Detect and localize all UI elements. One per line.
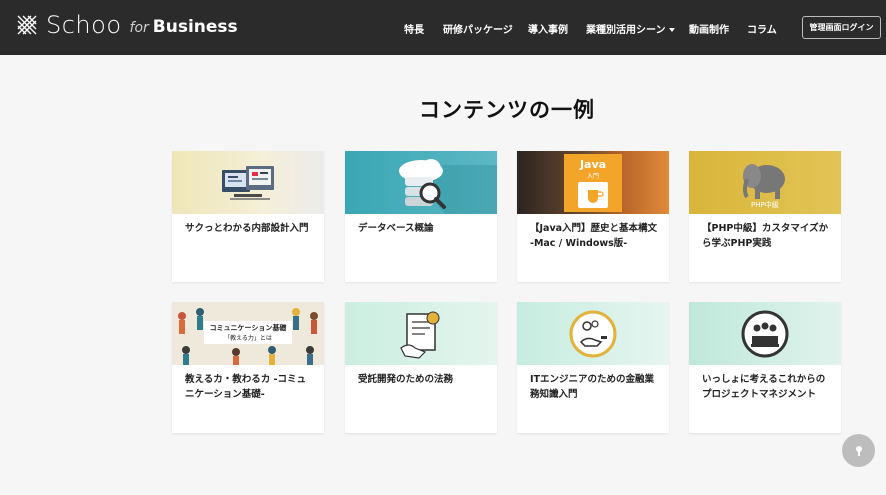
nav-industry-scenes-label: 業種別活用シーン <box>586 25 666 36</box>
nav-training-packages[interactable]: 研修パッケージ <box>443 21 513 36</box>
brand-for: for <box>129 20 149 36</box>
brand-name: Schoo <box>46 11 122 39</box>
computer-monitor-icon <box>222 166 274 200</box>
java-badge-title: Java <box>579 158 607 171</box>
comm-thumb-label-line1: コミュニケーション基礎 <box>209 324 287 332</box>
content-card[interactable]: Java 入門 【Java入門】歴史と基本構文 -Mac / Windows版- <box>517 151 669 282</box>
nav-industry-scenes[interactable]: 業種別活用シーン <box>586 21 675 36</box>
java-badge: Java 入門 <box>564 154 622 212</box>
team-meeting-icon <box>741 310 789 358</box>
java-badge-subtitle: 入門 <box>586 173 599 180</box>
section-title: コンテンツの一例 <box>419 98 595 122</box>
content-card[interactable]: ITエンジニアのための金融業務知識入門 <box>517 302 669 433</box>
card-thumbnail <box>345 151 497 214</box>
php-thumb-label: PHP中級 <box>751 201 779 209</box>
contract-document-icon <box>400 311 440 359</box>
nav-features[interactable]: 特長 <box>404 21 424 36</box>
card-title: 【Java入門】歴史と基本構文 -Mac / Windows版- <box>530 223 658 249</box>
content-card[interactable]: データベース概論 <box>345 151 497 282</box>
arrow-up-icon <box>855 445 862 456</box>
comm-thumb-label-line2: 「教える力」とは <box>224 335 272 342</box>
card-thumbnail: Java 入門 <box>517 151 669 214</box>
card-thumbnail <box>172 151 324 214</box>
content-card[interactable]: 受託開発のための法務 <box>345 302 497 433</box>
card-title: いっしょに考えるこれからのプロジェクトマネジメント <box>702 374 826 400</box>
card-thumbnail <box>689 302 841 365</box>
content-card[interactable]: コミュニケーション基礎 「教える力」とは 教えるカ・教わるカ -コミュニケーショ… <box>172 302 324 433</box>
site-header: Schoo for Business 特長 研修パッケージ 導入事例 業種別活用… <box>0 0 886 55</box>
database-cloud-icon <box>399 159 497 214</box>
card-title: データベース概論 <box>358 223 434 234</box>
brand-logo[interactable]: Schoo for Business <box>16 13 238 37</box>
content-card[interactable]: PHP中級 【PHP中級】カスタマイズから学ぶPHP実践 <box>689 151 841 282</box>
caret-down-icon <box>668 28 675 32</box>
card-thumbnail <box>517 302 669 365</box>
card-title: ITエンジニアのための金融業務知識入門 <box>530 374 655 400</box>
brand-business: Business <box>152 16 238 37</box>
card-thumbnail: コミュニケーション基礎 「教える力」とは <box>172 302 324 365</box>
content-card[interactable]: サクっとわかる内部設計入門 <box>172 151 324 282</box>
card-title: 【PHP中級】カスタマイズから学ぶPHP実践 <box>702 223 829 249</box>
card-title: サクっとわかる内部設計入門 <box>185 223 309 234</box>
nav-case-studies[interactable]: 導入事例 <box>528 21 568 36</box>
admin-login-button[interactable]: 管理画面ログイン <box>802 16 881 39</box>
nav-column[interactable]: コラム <box>747 21 777 36</box>
card-title: 教えるカ・教わるカ -コミュニケーション基礎- <box>185 374 306 400</box>
card-title: 受託開発のための法務 <box>358 374 454 385</box>
finance-icon <box>569 310 617 358</box>
java-cup-icon <box>578 182 608 208</box>
schoo-logo-icon <box>17 15 37 35</box>
scroll-to-top-button[interactable] <box>842 434 875 467</box>
nav-video-production[interactable]: 動画制作 <box>689 21 729 36</box>
card-thumbnail: PHP中級 <box>689 151 841 214</box>
content-card[interactable]: いっしょに考えるこれからのプロジェクトマネジメント <box>689 302 841 433</box>
comm-thumb-label: コミュニケーション基礎 「教える力」とは <box>204 321 292 344</box>
card-thumbnail <box>345 302 497 365</box>
